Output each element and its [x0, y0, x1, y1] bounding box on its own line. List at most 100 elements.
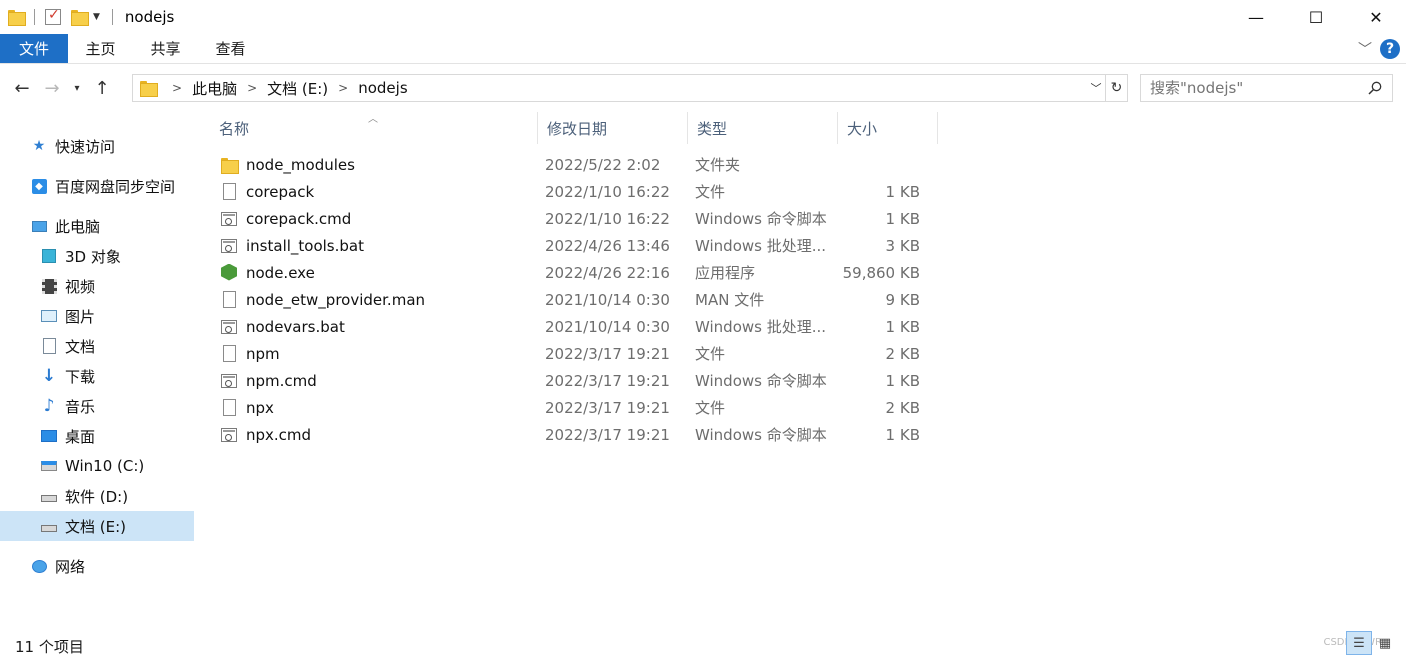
properties-icon[interactable]: ✓	[45, 7, 61, 25]
sidebar-item-label: 软件 (D:)	[65, 487, 129, 506]
file-row[interactable]: install_tools.bat 2022/4/26 13:46 Windows …	[210, 232, 940, 259]
column-header-label: 类型	[697, 119, 728, 138]
file-name: npm.cmd	[246, 371, 317, 390]
minimize-button[interactable]: —	[1226, 0, 1286, 34]
sidebar-item-pictures[interactable]: 图片	[0, 301, 194, 331]
details-view-icon[interactable]: ☰	[1346, 631, 1372, 655]
file-name-cell[interactable]: install_tools.bat	[210, 237, 535, 255]
chevron-right-icon[interactable]: >	[338, 81, 348, 95]
file-row[interactable]: npx 2022/3/17 19:21 文件 2 KB	[210, 394, 940, 421]
file-type: Windows 批处理...	[695, 318, 827, 336]
sidebar-item-network[interactable]: 网络	[0, 551, 194, 581]
file-size: 2 KB	[885, 398, 920, 417]
file-row[interactable]: node.exe 2022/4/26 22:16 应用程序 59,860 KB	[210, 259, 940, 286]
sidebar-item-documents[interactable]: 文档	[0, 331, 194, 361]
tab-file[interactable]: 文件	[0, 34, 68, 63]
script-icon	[221, 426, 238, 444]
recent-locations-button[interactable]: ▾	[67, 73, 87, 103]
drive-icon	[40, 488, 58, 504]
column-header-type[interactable]: 类型	[688, 112, 838, 144]
file-row[interactable]: npx.cmd 2022/3/17 19:21 Windows 命令脚本 1 KB	[210, 421, 940, 448]
column-header-name[interactable]: ︿ 名称	[210, 112, 538, 144]
tab-view[interactable]: 查看	[198, 34, 263, 63]
sidebar-item-desktop[interactable]: 桌面	[0, 421, 194, 451]
back-button[interactable]: ←	[7, 73, 37, 103]
file-row[interactable]: node_modules 2022/5/22 2:02 文件夹	[210, 151, 940, 178]
sidebar-item-downloads[interactable]: ↓ 下载	[0, 361, 194, 391]
column-header-date[interactable]: 修改日期	[538, 112, 688, 144]
cloud-sync-icon: ◆	[30, 178, 48, 194]
chevron-right-icon[interactable]: >	[247, 81, 257, 95]
sidebar-item-3d-objects[interactable]: 3D 对象	[0, 241, 194, 271]
sidebar-item-label: 下载	[65, 367, 96, 386]
status-item-count: 11 个项目	[15, 638, 84, 656]
file-name: corepack.cmd	[246, 209, 352, 228]
customize-toolbar-icon[interactable]: ▼	[93, 12, 100, 22]
file-date: 2022/3/17 19:21	[545, 398, 670, 417]
breadcrumb-drive-e[interactable]: 文档 (E:)	[267, 78, 328, 99]
large-icons-view-icon[interactable]: ▦	[1372, 631, 1398, 655]
sidebar-item-label: 音乐	[65, 397, 96, 416]
file-name-cell[interactable]: node_etw_provider.man	[210, 290, 535, 309]
file-type: 应用程序	[695, 264, 756, 282]
help-icon[interactable]: ?	[1380, 39, 1400, 59]
search-box[interactable]	[1140, 74, 1393, 102]
file-name-cell[interactable]: npm.cmd	[210, 372, 535, 390]
forward-button[interactable]: →	[37, 73, 67, 103]
chevron-right-icon[interactable]: >	[172, 81, 182, 95]
file-name-cell[interactable]: node_modules	[210, 156, 535, 174]
sidebar-item-baidu-sync[interactable]: ◆ 百度网盘同步空间	[0, 171, 194, 201]
tab-home[interactable]: 主页	[68, 34, 133, 63]
file-row[interactable]: node_etw_provider.man 2021/10/14 0:30 MAN …	[210, 286, 940, 313]
toolbar-divider	[111, 9, 113, 25]
sidebar-item-videos[interactable]: 视频	[0, 271, 194, 301]
file-name-cell[interactable]: npm	[210, 344, 535, 363]
file-size: 1 KB	[885, 182, 920, 201]
expand-ribbon-icon[interactable]: ﹀	[1350, 39, 1380, 59]
file-row[interactable]: npm.cmd 2022/3/17 19:21 Windows 命令脚本 1 KB	[210, 367, 940, 394]
sidebar-item-label: 桌面	[65, 427, 96, 446]
file-name-cell[interactable]: npx	[210, 398, 535, 417]
desktop-icon	[40, 428, 58, 444]
folder-icon	[221, 156, 239, 174]
address-history-dropdown[interactable]: ﹀	[1087, 75, 1105, 101]
window-title: nodejs	[124, 8, 175, 26]
sidebar-item-label: 视频	[65, 277, 96, 296]
sidebar-item-drive-e[interactable]: 文档 (E:)	[0, 511, 194, 541]
sidebar-item-label: 文档 (E:)	[65, 517, 127, 536]
close-button[interactable]: ✕	[1346, 0, 1406, 34]
file-date: 2022/4/26 22:16	[545, 263, 670, 282]
sidebar-item-quick-access[interactable]: ★ 快速访问	[0, 131, 194, 161]
search-input[interactable]	[1150, 79, 1360, 97]
file-date: 2022/1/10 16:22	[545, 182, 670, 201]
file-name-cell[interactable]: npx.cmd	[210, 426, 535, 444]
file-row[interactable]: corepack 2022/1/10 16:22 文件 1 KB	[210, 178, 940, 205]
breadcrumb-nodejs[interactable]: nodejs	[358, 79, 407, 97]
refresh-button[interactable]: ↻	[1105, 75, 1127, 101]
file-row[interactable]: nodevars.bat 2021/10/14 0:30 Windows 批处理..…	[210, 313, 940, 340]
file-name: node_etw_provider.man	[246, 290, 426, 309]
tab-share[interactable]: 共享	[133, 34, 198, 63]
search-icon[interactable]	[1368, 81, 1382, 95]
address-bar[interactable]: > 此电脑 > 文档 (E:) > nodejs ﹀ ↻	[132, 74, 1128, 102]
file-row[interactable]: corepack.cmd 2022/1/10 16:22 Windows 命令脚本 1…	[210, 205, 940, 232]
maximize-button[interactable]: ☐	[1286, 0, 1346, 34]
file-name-cell[interactable]: node.exe	[210, 263, 535, 282]
file-name-cell[interactable]: nodevars.bat	[210, 318, 535, 336]
sidebar-item-drive-d[interactable]: 软件 (D:)	[0, 481, 194, 511]
file-row[interactable]: npm 2022/3/17 19:21 文件 2 KB	[210, 340, 940, 367]
sidebar-item-music[interactable]: ♪ 音乐	[0, 391, 194, 421]
script-icon	[221, 237, 238, 255]
view-switcher: ☰ ▦	[1346, 631, 1398, 655]
file-name-cell[interactable]: corepack	[210, 182, 535, 201]
up-button[interactable]: ↑	[87, 73, 117, 103]
sidebar-item-drive-c[interactable]: Win10 (C:)	[0, 451, 194, 481]
column-header-size[interactable]: 大小	[838, 112, 938, 144]
file-name-cell[interactable]: corepack.cmd	[210, 210, 535, 228]
file-size: 9 KB	[885, 290, 920, 309]
sidebar-item-label: 图片	[65, 307, 96, 326]
breadcrumb-this-pc[interactable]: 此电脑	[192, 78, 237, 99]
navigation-pane: ★ 快速访问 ◆ 百度网盘同步空间 此电脑 3D 对象 视频 图片 文档 ↓ 下…	[0, 112, 194, 627]
new-folder-icon[interactable]	[71, 10, 89, 26]
sidebar-item-this-pc[interactable]: 此电脑	[0, 211, 194, 241]
